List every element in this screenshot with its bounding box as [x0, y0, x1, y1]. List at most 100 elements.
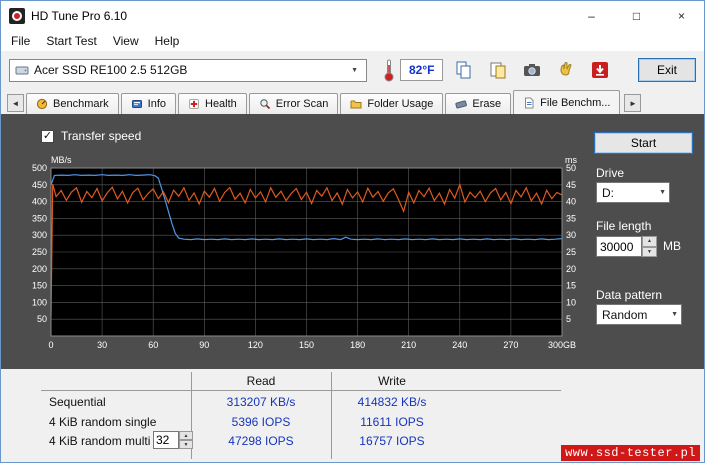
drive-select[interactable]: Acer SSD RE100 2.5 512GB ▼	[9, 58, 367, 82]
svg-text:210: 210	[401, 340, 416, 350]
svg-text:350: 350	[32, 213, 47, 223]
menu-help[interactable]: Help	[147, 32, 188, 50]
tab-file-benchmark[interactable]: File Benchm...	[513, 90, 621, 114]
error-scan-icon	[260, 99, 270, 110]
svg-text:300GB: 300GB	[548, 340, 576, 350]
tabbar: ◄ Benchmark Info Health Error Scan Folde…	[1, 89, 704, 114]
svg-text:60: 60	[148, 340, 158, 350]
tab-benchmark[interactable]: Benchmark	[26, 93, 119, 114]
svg-text:ms: ms	[565, 155, 577, 165]
tab-erase[interactable]: Erase	[445, 93, 512, 114]
tab-label: Health	[205, 98, 237, 110]
window-controls: – □ ×	[569, 1, 704, 30]
hd-tune-window: HD Tune Pro 6.10 – □ × File Start Test V…	[0, 0, 705, 463]
save-button[interactable]	[586, 57, 613, 83]
maximize-button[interactable]: □	[614, 1, 659, 30]
queue-depth-input[interactable]	[153, 431, 179, 449]
svg-text:5: 5	[566, 314, 571, 324]
svg-text:MB/s: MB/s	[51, 155, 72, 165]
svg-text:150: 150	[299, 340, 314, 350]
health-icon	[189, 99, 199, 109]
transfer-speed-checkbox[interactable]: ✓	[41, 129, 54, 143]
svg-text:90: 90	[199, 340, 209, 350]
menu-file[interactable]: File	[3, 32, 38, 50]
copy-to-clipboard-button[interactable]	[484, 57, 511, 83]
drive-dropdown-value: D:	[602, 185, 614, 200]
row-label-random-multi: 4 KiB random multi	[49, 434, 151, 448]
file-length-label: File length	[596, 219, 652, 233]
donate-button[interactable]	[552, 57, 579, 83]
benchmark-chart: 50 100 150 200 250 300 350 400 450 500 5 10 15 20 25 30…	[15, 154, 590, 356]
svg-text:50: 50	[37, 314, 47, 324]
screenshot-button[interactable]	[518, 57, 545, 83]
tab-label: Benchmark	[53, 98, 109, 110]
copy-button[interactable]	[450, 57, 477, 83]
transfer-speed-chart: 5010015020025030035040045050051015202530…	[32, 155, 578, 350]
camera-icon	[523, 64, 540, 76]
data-pattern-value: Random	[602, 307, 648, 322]
row-label-sequential: Sequential	[49, 395, 106, 409]
chevron-down-icon: ▼	[351, 66, 358, 74]
tab-error-scan[interactable]: Error Scan	[248, 93, 339, 114]
tab-scroll-right-icon[interactable]: ►	[624, 94, 642, 112]
sequential-write-value: 414832 KB/s	[357, 395, 427, 409]
tab-label: Error Scan	[275, 98, 329, 110]
svg-text:20: 20	[566, 264, 576, 274]
row-label-random-single: 4 KiB random single	[49, 415, 157, 429]
erase-icon	[455, 100, 468, 109]
drive-select-value: Acer SSD RE100 2.5 512GB	[34, 63, 188, 77]
chevron-down-icon: ▼	[659, 189, 666, 196]
clipboard-icon	[490, 62, 506, 79]
tab-scroll-left-icon[interactable]: ◄	[7, 94, 24, 112]
tab-label: Info	[147, 98, 166, 110]
temperature-indicator: 82°F	[383, 58, 444, 82]
svg-text:180: 180	[350, 340, 365, 350]
sequential-read-value: 313207 KB/s	[226, 395, 296, 409]
data-pattern-dropdown[interactable]: Random ▼	[596, 304, 682, 325]
drive-dropdown[interactable]: D: ▼	[596, 182, 670, 203]
transfer-speed-label: Transfer speed	[61, 129, 142, 143]
info-icon	[131, 100, 142, 108]
svg-text:100: 100	[32, 297, 47, 307]
random-multi-read-value: 47298 IOPS	[228, 434, 294, 448]
tab-label: Erase	[472, 98, 502, 110]
svg-text:240: 240	[452, 340, 467, 350]
tab-folder-usage[interactable]: Folder Usage	[340, 93, 444, 114]
menu-start-test[interactable]: Start Test	[38, 32, 104, 50]
toolbar: Acer SSD RE100 2.5 512GB ▼ 82°F Exit	[1, 51, 704, 89]
menu-view[interactable]: View	[105, 32, 147, 50]
minimize-button[interactable]: –	[569, 1, 614, 30]
drive-label: Drive	[596, 166, 625, 180]
window-title: HD Tune Pro 6.10	[31, 8, 128, 23]
svg-text:30: 30	[566, 230, 576, 240]
spin-down-icon[interactable]: ▼	[642, 246, 657, 257]
svg-text:450: 450	[32, 180, 47, 190]
svg-text:30: 30	[97, 340, 107, 350]
thermometer-icon	[384, 59, 394, 82]
spin-up-icon[interactable]: ▲	[642, 236, 657, 247]
drive-icon	[15, 66, 29, 75]
svg-text:10: 10	[566, 297, 576, 307]
svg-text:0: 0	[48, 340, 53, 350]
svg-text:25: 25	[566, 247, 576, 257]
folder-icon	[350, 100, 362, 109]
watermark: www.ssd-tester.pl	[561, 445, 700, 461]
tab-label: Folder Usage	[367, 98, 434, 110]
benchmark-panel: ✓ Transfer speed 50 100 150 200 250 300 350 400…	[1, 114, 704, 369]
start-button[interactable]: Start	[594, 132, 693, 154]
copy-icon	[456, 61, 471, 79]
app-icon	[9, 7, 25, 24]
exit-button[interactable]: Exit	[638, 58, 696, 82]
menubar: File Start Test View Help	[1, 30, 704, 51]
file-icon	[525, 97, 534, 108]
temperature-value: 82°F	[400, 59, 444, 81]
svg-text:270: 270	[503, 340, 518, 350]
tab-info[interactable]: Info	[120, 93, 176, 114]
random-single-read-value: 5396 IOPS	[231, 415, 291, 429]
close-button[interactable]: ×	[659, 1, 704, 30]
tab-health[interactable]: Health	[178, 93, 247, 114]
write-column-header: Write	[378, 374, 406, 388]
file-length-input[interactable]	[596, 236, 642, 257]
svg-text:120: 120	[248, 340, 263, 350]
svg-text:200: 200	[32, 264, 47, 274]
